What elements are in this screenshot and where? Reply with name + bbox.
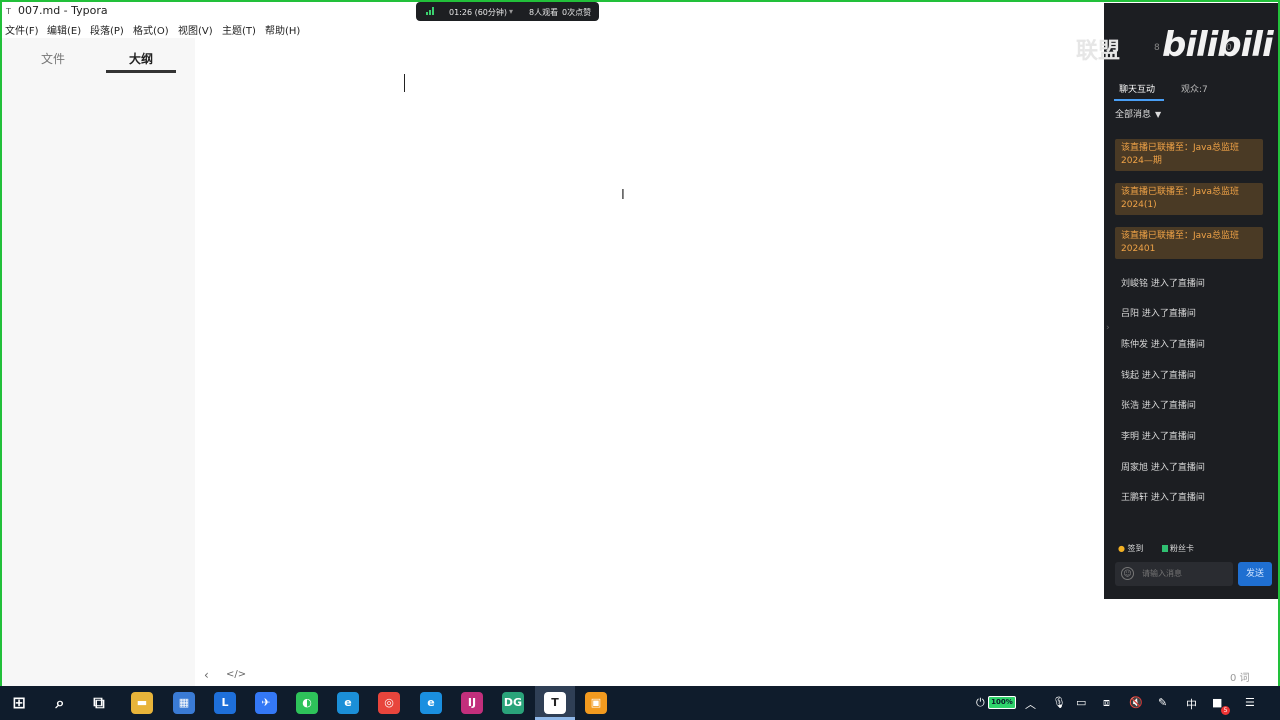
viewer-count: 8人观看 (529, 8, 559, 17)
checkin-button[interactable]: ● 签到 (1118, 543, 1144, 554)
battery-icon[interactable]: 100% (988, 696, 1016, 709)
menu-format[interactable]: 格式(O) (133, 22, 169, 37)
checkin-label: 签到 (1127, 544, 1144, 553)
fan-card-button[interactable]: 粉丝卡 (1162, 543, 1194, 554)
join-message: 钱起 进入了直播间 (1121, 371, 1196, 381)
typora-app-icon: T (6, 7, 11, 16)
panel-header: 8 0 联盟 bilibili (1076, 3, 1278, 71)
filter-label: 全部消息 (1115, 110, 1152, 120)
input-method-indicator[interactable]: 中 (1186, 696, 1197, 712)
like-count: 0次点赞 (562, 8, 592, 17)
pen-icon[interactable]: ✎ (1158, 696, 1167, 709)
active-tab-indicator (106, 70, 176, 73)
chrome-icon[interactable]: ◎ (378, 692, 400, 714)
fan-card-label: 粉丝卡 (1170, 544, 1194, 553)
menu-file[interactable]: 文件(F) (5, 22, 39, 37)
message-filter[interactable]: 全部消息 ▼ (1115, 107, 1161, 120)
menu-bar: 文件(F) 编辑(E) 段落(P) 格式(O) 视图(V) 主题(T) 帮助(H… (2, 20, 1105, 38)
network-icon[interactable]: ⧈ (1103, 696, 1110, 710)
send-button[interactable]: 发送 (1238, 562, 1272, 586)
editor-area[interactable] (195, 38, 1105, 686)
intellij-icon[interactable]: IJ (461, 692, 483, 714)
broadcast-notice: 该直播已联播至：Java总监班2024—期 (1115, 139, 1263, 171)
word-count[interactable]: 0 词 (1230, 669, 1250, 684)
panel-collapse-icon[interactable]: › (1106, 323, 1110, 333)
ibeam-cursor-icon: I (621, 188, 625, 203)
app-l-icon[interactable]: L (214, 692, 236, 714)
menu-view[interactable]: 视图(V) (178, 22, 213, 37)
power-plug-icon: ⏻ (976, 696, 985, 709)
store-icon[interactable]: ▦ (173, 692, 195, 714)
live-duration: 01:26 (60分钟) (449, 8, 508, 17)
notification-badge: 5 (1221, 706, 1230, 715)
ie-icon[interactable]: e (420, 692, 442, 714)
join-message: 张浩 进入了直播间 (1121, 401, 1196, 411)
collapse-sidebar-icon[interactable]: ‹ (204, 668, 209, 682)
battery-status-icon[interactable]: ▭ (1076, 696, 1086, 709)
location-pin-icon: ● (1118, 544, 1125, 553)
menu-help[interactable]: 帮助(H) (265, 22, 300, 37)
bilibili-logo: bilibili (1162, 25, 1274, 65)
join-message: 刘峻铭 进入了直播间 (1121, 279, 1205, 289)
broadcast-notice: 该直播已联播至：Java总监班202401 (1115, 227, 1263, 259)
live-chat-panel: 8 0 联盟 bilibili 聊天互动 观众:7 全部消息 ▼ 该直播已联播至：… (1076, 3, 1278, 599)
join-message: 李明 进入了直播间 (1121, 432, 1196, 442)
tab-audience[interactable]: 观众:7 (1181, 82, 1208, 95)
join-message: 陈仲发 进入了直播间 (1121, 340, 1205, 350)
menu-theme[interactable]: 主题(T) (222, 22, 256, 37)
caret-down-icon: ▼ (1155, 110, 1162, 119)
source-code-mode-icon[interactable]: </> (226, 669, 246, 680)
sidebar: 文件 大纲 (2, 38, 195, 686)
task-view-icon[interactable]: ⧉ (88, 692, 110, 714)
windows-start-icon[interactable]: ⊞ (8, 692, 30, 714)
tab-chat[interactable]: 聊天互动 (1119, 82, 1155, 95)
menu-edit[interactable]: 编辑(E) (47, 22, 81, 37)
orange-app-icon[interactable]: ▣ (585, 692, 607, 714)
tab-files[interactable]: 文件 (41, 50, 65, 67)
edge-icon[interactable]: e (337, 692, 359, 714)
active-tab-indicator (1114, 99, 1164, 101)
signal-strength-icon (426, 7, 434, 15)
header-stat: 8 (1154, 43, 1160, 53)
live-status-bar: 01:26 (60分钟) ▾ 8人观看 0次点赞 (416, 2, 599, 21)
watermark-text: 联盟 (1076, 39, 1121, 64)
typora-icon[interactable]: T (544, 692, 566, 714)
file-explorer-icon[interactable]: ▬ (131, 692, 153, 714)
message-input[interactable] (1142, 569, 1227, 578)
microphone-icon[interactable]: 🎙 (1052, 696, 1066, 709)
chevron-down-icon[interactable]: ▾ (509, 7, 513, 16)
action-center-icon[interactable]: ☰ (1245, 696, 1255, 709)
join-message: 吕阳 进入了直播间 (1121, 309, 1196, 319)
join-message: 王鹏轩 进入了直播间 (1121, 493, 1205, 503)
message-input-box[interactable]: ☺ (1115, 562, 1233, 586)
join-message: 周家旭 进入了直播间 (1121, 463, 1205, 473)
search-icon[interactable]: ⌕ (49, 692, 71, 714)
feishu-icon[interactable]: ✈ (255, 692, 277, 714)
window-title: 007.md - Typora (18, 4, 108, 17)
taskbar: ⊞ ⌕ ⧉ ▬ ▦ L ✈ ◐ e ◎ e IJ DG T ▣ ⏻ 100% ︿ 🎙 ▭ ⧈ 🔇 ✎ 中 ■… (0, 686, 1280, 720)
emoji-icon[interactable]: ☺ (1121, 567, 1134, 580)
chevron-up-icon[interactable]: ︿ (1025, 696, 1036, 712)
volume-muted-icon[interactable]: 🔇 (1129, 696, 1143, 709)
wechat-icon[interactable]: ◐ (296, 692, 318, 714)
broadcast-notice: 该直播已联播至：Java总监班2024(1) (1115, 183, 1263, 215)
fan-card-icon (1162, 545, 1168, 552)
menu-paragraph[interactable]: 段落(P) (90, 22, 124, 37)
text-caret (404, 74, 405, 92)
tab-outline[interactable]: 大纲 (129, 50, 153, 67)
datagrip-icon[interactable]: DG (502, 692, 524, 714)
